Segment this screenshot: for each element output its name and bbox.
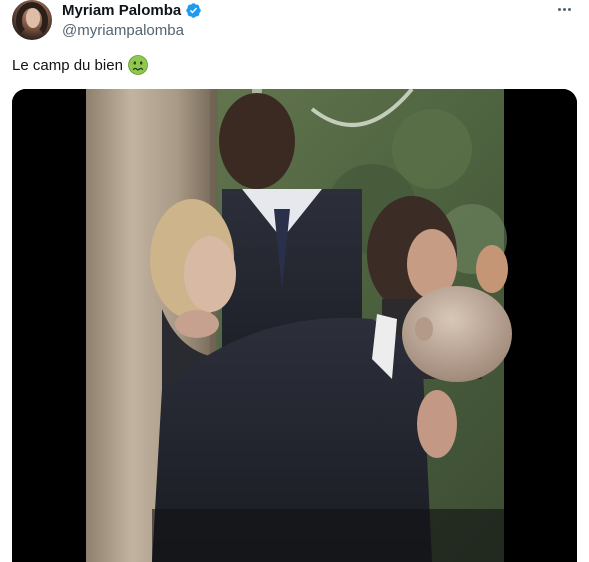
user-handle[interactable]: @myriampalomba	[62, 22, 202, 39]
avatar[interactable]	[12, 0, 52, 40]
tweet-text-content: Le camp du bien	[12, 56, 123, 74]
tweet-header: Myriam Palomba @myriampalomba	[62, 1, 202, 39]
video-player[interactable]	[12, 89, 577, 562]
more-options-icon[interactable]	[553, 0, 575, 18]
name-row: Myriam Palomba	[62, 1, 202, 20]
video-frame	[12, 89, 577, 562]
tweet-card: Myriam Palomba @myriampalomba Le camp du…	[0, 0, 589, 562]
tweet-text: Le camp du bien	[12, 55, 148, 75]
verified-badge-icon	[185, 2, 202, 19]
display-name[interactable]: Myriam Palomba	[62, 2, 181, 19]
nauseated-face-emoji-icon	[128, 55, 148, 75]
